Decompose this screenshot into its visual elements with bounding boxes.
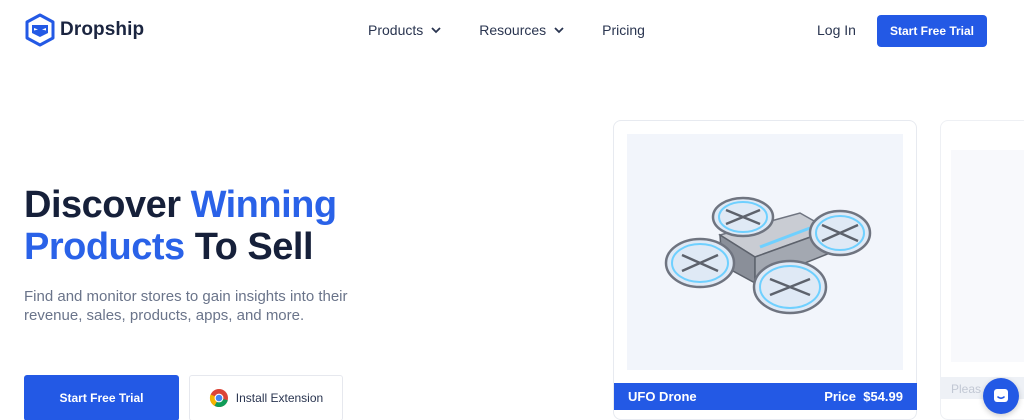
nav-item-products[interactable]: Products: [368, 22, 441, 38]
chevron-down-icon: [431, 26, 441, 33]
site-header: Dropship Products Resources Pricing Log …: [0, 0, 1024, 62]
chrome-icon: [209, 389, 228, 408]
next-product-image: [951, 150, 1024, 362]
price-label: Price: [824, 389, 856, 404]
chevron-down-icon: [554, 26, 564, 33]
product-price: Price $54.99: [824, 389, 903, 404]
brand-name: Dropship: [60, 19, 145, 40]
ninja-box-icon: [25, 13, 55, 47]
chat-button[interactable]: [983, 378, 1019, 414]
product-info-bar: UFO Drone Price $54.99: [614, 383, 917, 410]
chat-icon: [994, 389, 1008, 402]
hero-title: Discover Winning Products To Sell: [24, 184, 337, 268]
drone-icon: [664, 196, 872, 315]
hero-title-highlight: Winning: [190, 184, 338, 226]
price-value: $54.99: [863, 389, 903, 404]
main-nav: Products Resources Pricing: [368, 22, 645, 38]
install-extension-label: Install Extension: [235, 391, 324, 405]
install-extension-button[interactable]: Install Extension: [189, 375, 343, 420]
hero-title-highlight: Products: [24, 226, 185, 268]
product-name: UFO Drone: [628, 389, 697, 404]
hero-title-part: Discover: [24, 184, 191, 226]
nav-item-pricing[interactable]: Pricing: [602, 22, 645, 38]
nav-item-resources[interactable]: Resources: [479, 22, 564, 38]
hero-start-trial-button[interactable]: Start Free Trial: [24, 375, 179, 420]
login-link[interactable]: Log In: [817, 22, 856, 38]
nav-item-label: Resources: [479, 22, 547, 38]
hero-title-part: To Sell: [184, 226, 314, 268]
hero-subtitle: Find and monitor stores to gain insights…: [24, 288, 348, 324]
nav-item-label: Pricing: [602, 22, 645, 38]
nav-item-label: Products: [368, 22, 424, 38]
brand-logo[interactable]: Dropship: [24, 13, 144, 47]
header-start-trial-button[interactable]: Start Free Trial: [877, 15, 987, 47]
